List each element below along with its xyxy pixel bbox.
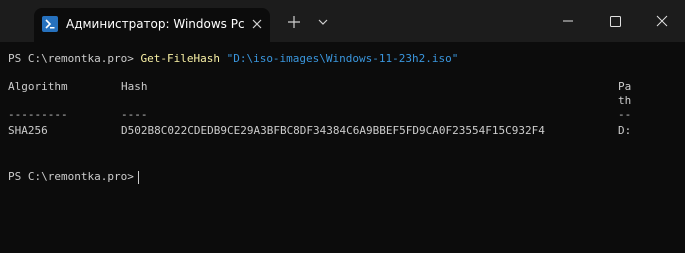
plus-icon (288, 16, 300, 28)
minimize-button[interactable] (545, 0, 591, 42)
header-path-2: th (618, 94, 632, 107)
underline-algorithm: --------- (8, 108, 68, 121)
text-cursor (137, 170, 139, 184)
maximize-icon (610, 16, 621, 27)
tab-powershell[interactable]: Администратор: Windows Pc (34, 8, 270, 42)
tab-title: Администратор: Windows Pc (66, 17, 245, 31)
chevron-down-icon (318, 19, 328, 25)
minimize-icon (563, 20, 573, 22)
new-tab-button[interactable] (280, 8, 308, 36)
prompt: PS C:\remontka.pro> (8, 170, 134, 183)
terminal-window: Администратор: Windows Pc PS C:\remontka… (0, 0, 685, 253)
prompt: PS C:\remontka.pro> (8, 52, 134, 65)
close-icon (656, 15, 668, 27)
underline-path: -- (618, 108, 632, 121)
terminal-output[interactable]: PS C:\remontka.pro> Get-FileHash "D:\iso… (0, 42, 685, 253)
cmdlet: Get-FileHash (140, 52, 220, 65)
close-window-button[interactable] (639, 0, 685, 42)
title-bar[interactable]: Администратор: Windows Pc (0, 0, 685, 42)
header-path-1: Pa (618, 80, 632, 93)
second-prompt-line[interactable]: PS C:\remontka.pro> (8, 170, 139, 184)
command-line: PS C:\remontka.pro> Get-FileHash "D:\iso… (8, 52, 458, 66)
command-argument: "D:\iso-images\Windows-11-23h2.iso" (226, 52, 459, 65)
maximize-button[interactable] (592, 0, 638, 42)
header-algorithm: Algorithm (8, 80, 68, 93)
close-icon[interactable] (248, 15, 266, 33)
row-hash: D502B8C022CDEDB9CE29A3BFBC8DF34384C6A9BB… (121, 124, 545, 137)
tab-dropdown-button[interactable] (309, 8, 337, 36)
powershell-icon (42, 16, 58, 32)
header-hash: Hash (121, 80, 148, 93)
row-algorithm: SHA256 (8, 124, 48, 137)
row-path: D: (618, 124, 632, 137)
underline-hash: ---- (121, 108, 148, 121)
